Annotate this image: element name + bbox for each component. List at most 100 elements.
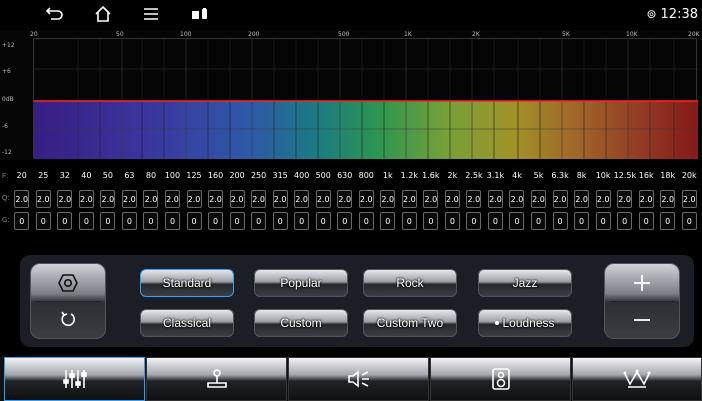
band-gain-value[interactable]: 0 <box>186 212 202 230</box>
band-q-value[interactable]: 2.0 <box>294 190 310 208</box>
band-q-value[interactable]: 2.0 <box>143 190 159 208</box>
preset-standard-button[interactable]: Standard <box>140 269 234 297</box>
preset-custom-two-button[interactable]: Custom Two <box>363 309 457 337</box>
band-q-value[interactable]: 2.0 <box>229 190 245 208</box>
band-q-value[interactable]: 2.0 <box>595 190 611 208</box>
settings-button[interactable] <box>31 264 105 301</box>
band-gain-value[interactable]: 0 <box>574 212 590 230</box>
band-gain-value[interactable]: 0 <box>638 212 654 230</box>
band-q-value[interactable]: 2.0 <box>315 190 331 208</box>
band-q-value[interactable]: 2.0 <box>272 190 288 208</box>
freq-axis-label: 2K <box>472 31 480 38</box>
band-gain-value[interactable]: 0 <box>57 212 73 230</box>
tab-sound-field[interactable] <box>288 357 429 401</box>
band-gain-value[interactable]: 0 <box>466 212 482 230</box>
band-q-value[interactable]: 2.0 <box>423 190 439 208</box>
band-q-value[interactable]: 2.0 <box>638 190 654 208</box>
home-icon[interactable] <box>92 3 114 25</box>
tab-premium[interactable] <box>572 357 702 401</box>
band-q-value[interactable]: 2.0 <box>78 190 94 208</box>
band-q-value[interactable]: 2.0 <box>14 190 30 208</box>
band-q-value[interactable]: 2.0 <box>380 190 396 208</box>
increase-button[interactable] <box>605 264 679 301</box>
band-gain-value[interactable]: 0 <box>78 212 94 230</box>
preset-rock-button[interactable]: Rock <box>363 269 457 297</box>
band-gain-value[interactable]: 0 <box>509 212 525 230</box>
band-gain-value[interactable]: 0 <box>358 212 374 230</box>
band-gain-value[interactable]: 0 <box>401 212 417 230</box>
reset-button[interactable] <box>31 301 105 338</box>
band-gain-value[interactable]: 0 <box>272 212 288 230</box>
preset-custom-button[interactable]: Custom <box>254 309 348 337</box>
band-q-value[interactable]: 2.0 <box>574 190 590 208</box>
band-gain-value[interactable]: 0 <box>617 212 633 230</box>
band-q-value[interactable]: 2.0 <box>208 190 224 208</box>
band-gain-value[interactable]: 0 <box>208 212 224 230</box>
band-gain-value[interactable]: 0 <box>595 212 611 230</box>
back-icon[interactable] <box>44 3 66 25</box>
band-frequency: 1.2k <box>400 171 418 180</box>
band-frequency: 2.5k <box>465 171 483 180</box>
band-q-value[interactable]: 2.0 <box>186 190 202 208</box>
band-q-value[interactable]: 2.0 <box>444 190 460 208</box>
preset-classical-button[interactable]: Classical <box>140 309 234 337</box>
band-frequency: 5k <box>533 171 544 180</box>
decrease-button[interactable] <box>605 301 679 338</box>
band-frequency: 200 <box>229 171 245 180</box>
band-q-value[interactable]: 2.0 <box>509 190 525 208</box>
band-gain-value[interactable]: 0 <box>337 212 353 230</box>
band-q-value[interactable]: 2.0 <box>121 190 137 208</box>
band-gain-value[interactable]: 0 <box>444 212 460 230</box>
loudness-button[interactable]: Loudness <box>478 309 572 337</box>
band-gain-value[interactable]: 0 <box>14 212 30 230</box>
band-gain-value[interactable]: 0 <box>100 212 116 230</box>
preset-popular-button[interactable]: Popular <box>254 269 348 297</box>
loudness-indicator-dot <box>495 321 500 325</box>
db-axis-label: +6 <box>2 68 11 75</box>
band-q-value[interactable]: 2.0 <box>401 190 417 208</box>
band-gain-value[interactable]: 0 <box>380 212 396 230</box>
band-gain-value[interactable]: 0 <box>164 212 180 230</box>
band-q-value[interactable]: 2.0 <box>487 190 503 208</box>
band-q-value[interactable]: 2.0 <box>358 190 374 208</box>
band-q-value[interactable]: 2.0 <box>337 190 353 208</box>
band-gain-value[interactable]: 0 <box>531 212 547 230</box>
clock-time: 12:38 <box>660 7 698 22</box>
band-gain-value[interactable]: 0 <box>660 212 676 230</box>
tab-equalizer[interactable] <box>4 357 145 401</box>
band-q-value[interactable]: 2.0 <box>531 190 547 208</box>
tab-subwoofer[interactable] <box>430 357 571 401</box>
band-gain-value[interactable]: 0 <box>121 212 137 230</box>
band-gain-value[interactable]: 0 <box>229 212 245 230</box>
band-q-value[interactable]: 2.0 <box>552 190 568 208</box>
band-gain-value[interactable]: 0 <box>143 212 159 230</box>
settings-reset-button-group <box>30 263 106 339</box>
band-q-value[interactable]: 2.0 <box>57 190 73 208</box>
band-q-value[interactable]: 2.0 <box>660 190 676 208</box>
band-gain-value[interactable]: 0 <box>251 212 267 230</box>
freq-axis-label: 20 <box>30 31 38 38</box>
gain-row-label: G: <box>2 217 10 224</box>
band-q-value[interactable]: 2.0 <box>100 190 116 208</box>
band-q-value[interactable]: 2.0 <box>251 190 267 208</box>
menu-icon[interactable] <box>140 3 162 25</box>
band-frequency: 400 <box>294 171 310 180</box>
band-gain-value[interactable]: 0 <box>423 212 439 230</box>
tab-balance[interactable] <box>146 357 287 401</box>
band-frequency: 800 <box>358 171 374 180</box>
band-q-value[interactable]: 2.0 <box>681 190 697 208</box>
band-q-value[interactable]: 2.0 <box>617 190 633 208</box>
band-gain-value[interactable]: 0 <box>315 212 331 230</box>
band-gain-value[interactable]: 0 <box>487 212 503 230</box>
control-panel: Standard Popular Rock Jazz Classical Cus… <box>20 255 694 347</box>
band-gain-value[interactable]: 0 <box>294 212 310 230</box>
eq-band-table: F: 20 25 32 40 50 63 80 100 125 160 200 250 315 400 50… <box>0 160 702 242</box>
band-q-value[interactable]: 2.0 <box>466 190 482 208</box>
band-gain-value[interactable]: 0 <box>681 212 697 230</box>
preset-jazz-button[interactable]: Jazz <box>478 269 572 297</box>
band-q-value[interactable]: 2.0 <box>164 190 180 208</box>
band-gain-value[interactable]: 0 <box>35 212 51 230</box>
band-gain-value[interactable]: 0 <box>552 212 568 230</box>
band-q-value[interactable]: 2.0 <box>35 190 51 208</box>
eq-plot-area[interactable] <box>33 38 698 159</box>
